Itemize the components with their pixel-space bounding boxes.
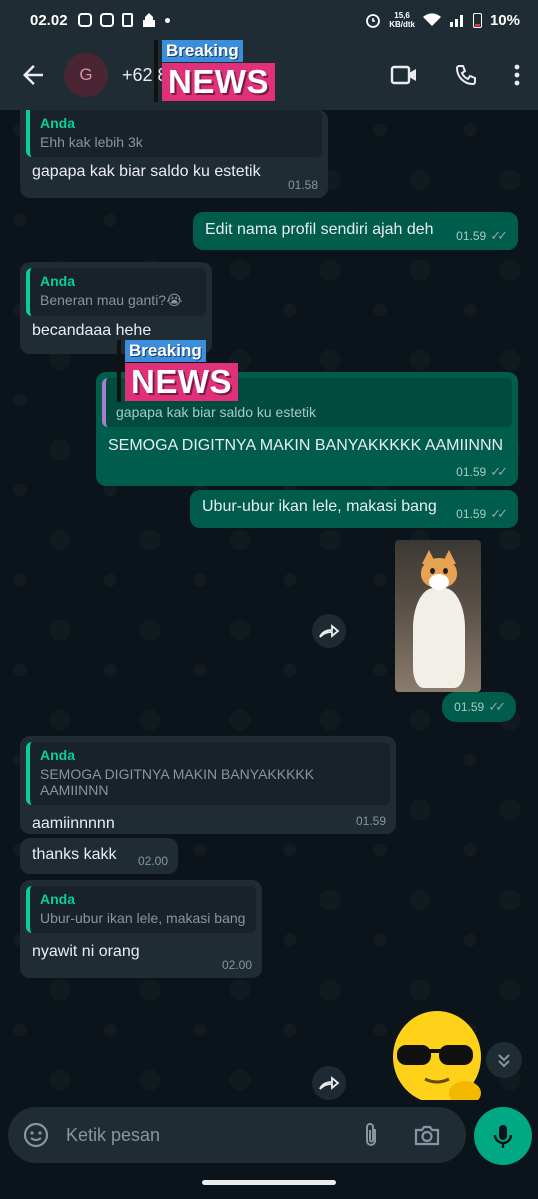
message-outgoing[interactable]: Ubur-ubur ikan lele, makasi bang 01.59 ✓✓ — [190, 490, 518, 528]
quote-text: Beneran mau ganti?😭 — [40, 292, 183, 308]
status-time: 02.02 — [30, 11, 68, 29]
message-time: 01.58 — [287, 178, 318, 192]
instagram-icon — [77, 13, 92, 27]
quote-text: Ubur-ubur ikan lele, makasi bang — [40, 910, 246, 926]
cat-body — [413, 588, 465, 688]
quote-text: gapapa kak biar saldo ku estetik — [116, 404, 317, 420]
message-meta: 02.00 — [138, 854, 168, 868]
cat-photo[interactable] — [395, 540, 481, 692]
more-notifications-dot — [164, 17, 170, 23]
message-text: gapapa kak biar saldo ku estetik — [32, 163, 261, 180]
message-time: 02.00 — [221, 958, 252, 972]
message-time: 01.59 — [456, 465, 487, 479]
signal-icon — [449, 15, 463, 27]
breaking-label: Breaking — [125, 340, 206, 362]
wifi-icon — [422, 13, 441, 26]
news-label: NEWS — [162, 63, 275, 101]
sticker-icon[interactable] — [22, 1121, 50, 1149]
message-meta: 02.00 — [222, 958, 252, 972]
quote-author: Anda — [40, 115, 75, 131]
news-label: NEWS — [125, 363, 238, 401]
home-gesture-pill[interactable] — [202, 1180, 336, 1185]
chat-area[interactable]: Anda Ehh kak lebih 3k gapapa kak biar sa… — [0, 110, 538, 1100]
message-text: SEMOGA DIGITNYA MAKIN BANYAKKKKK AAMIINN… — [108, 437, 504, 454]
quoted-message[interactable]: Anda Ubur-ubur ikan lele, makasi bang — [26, 886, 256, 933]
contact-name[interactable]: +62 8 — [122, 65, 168, 86]
message-input[interactable]: Ketik pesan — [66, 1125, 160, 1146]
message-time: 01.59 — [355, 814, 386, 828]
message-text: aamiinnnnn — [32, 815, 115, 832]
back-arrow-icon[interactable] — [18, 60, 48, 90]
contact-avatar[interactable]: G — [64, 53, 108, 97]
cat-eye — [430, 568, 435, 574]
sunglasses-emoji-sticker[interactable] — [385, 1005, 485, 1100]
camera-icon[interactable] — [414, 1124, 440, 1146]
message-meta: 01.58 — [288, 178, 318, 192]
message-meta: 01.59 ✓✓ — [456, 464, 508, 480]
read-ticks-icon: ✓✓ — [490, 506, 508, 521]
quoted-message[interactable]: Anda SEMOGA DIGITNYA MAKIN BANYAKKKKK AA… — [26, 742, 390, 805]
mosque-icon — [142, 13, 155, 27]
quote-text: SEMOGA DIGITNYA MAKIN BANYAKKKKK AAMIINN… — [40, 766, 315, 798]
more-options-icon[interactable] — [514, 64, 520, 86]
image-timestamp: 01.59 ✓✓ — [442, 692, 516, 722]
forward-icon — [319, 1076, 340, 1090]
notification-icons — [77, 12, 170, 28]
quote-text: Ehh kak lebih 3k — [40, 134, 143, 150]
network-speed-value: 15,6 — [394, 11, 410, 20]
message-incoming[interactable]: thanks kakk 02.00 — [20, 838, 178, 874]
message-time: 01.59 — [456, 507, 487, 521]
alarm-icon — [366, 14, 381, 28]
attach-icon[interactable] — [362, 1121, 380, 1149]
system-indicators: 15,6 KB/dtk 10% — [365, 11, 520, 29]
network-speed: 15,6 KB/dtk — [389, 11, 415, 29]
forward-button[interactable] — [312, 614, 346, 648]
message-text: becandaaa hehe — [32, 322, 152, 339]
status-bar: 02.02 15,6 KB/dtk 10% — [0, 0, 538, 40]
sticker-bar — [117, 340, 121, 402]
message-meta: 01.59 ✓✓ — [454, 699, 506, 715]
cat-eye — [443, 568, 448, 574]
sticker-bar — [154, 40, 158, 102]
message-incoming[interactable]: Anda SEMOGA DIGITNYA MAKIN BANYAKKKKK AA… — [20, 736, 396, 834]
instagram-icon — [99, 13, 114, 27]
breaking-label: Breaking — [162, 40, 243, 62]
notification-icon — [121, 13, 133, 27]
message-time: 02.00 — [137, 854, 168, 868]
message-meta: 01.59 — [356, 814, 386, 828]
message-meta: 01.59 ✓✓ — [456, 506, 508, 522]
cat-face — [429, 574, 449, 590]
battery-icon — [472, 13, 482, 28]
message-text: nyawit ni orang — [32, 943, 140, 960]
message-time: 01.59 — [456, 229, 487, 243]
video-call-icon[interactable] — [390, 64, 418, 86]
read-ticks-icon: ✓✓ — [488, 699, 506, 714]
quote-author: Anda — [40, 273, 75, 289]
quote-author: Anda — [40, 891, 75, 907]
message-incoming[interactable]: Anda Ubur-ubur ikan lele, makasi bang ny… — [20, 880, 262, 978]
message-time: 01.59 — [454, 700, 485, 714]
quoted-message[interactable]: Anda Ehh kak lebih 3k — [26, 110, 322, 157]
microphone-icon — [493, 1125, 513, 1148]
battery-percent: 10% — [489, 11, 520, 29]
avatar-letter: G — [79, 65, 93, 84]
breaking-news-sticker: Breaking NEWS — [154, 40, 275, 102]
quoted-message[interactable]: Anda Beneran mau ganti?😭 — [26, 268, 206, 316]
scroll-to-bottom-button[interactable] — [486, 1042, 522, 1078]
message-meta: 01.59 ✓✓ — [456, 228, 508, 244]
voice-message-button[interactable] — [474, 1107, 532, 1165]
message-outgoing[interactable]: Edit nama profil sendiri ajah deh 01.59 ✓… — [193, 212, 518, 250]
breaking-news-sticker: Breaking NEWS — [117, 340, 238, 402]
voice-call-icon[interactable] — [454, 63, 478, 87]
quote-author: Anda — [40, 747, 75, 763]
read-ticks-icon: ✓✓ — [490, 228, 508, 243]
network-speed-unit: KB/dtk — [389, 20, 415, 29]
message-input-bar[interactable]: Ketik pesan — [8, 1107, 466, 1163]
forward-button[interactable] — [312, 1066, 346, 1100]
message-incoming[interactable]: Anda Ehh kak lebih 3k gapapa kak biar sa… — [20, 110, 328, 198]
read-ticks-icon: ✓✓ — [490, 464, 508, 479]
double-chevron-down-icon — [498, 1054, 510, 1068]
forward-icon — [319, 624, 340, 638]
system-navigation-bar — [0, 1168, 538, 1199]
